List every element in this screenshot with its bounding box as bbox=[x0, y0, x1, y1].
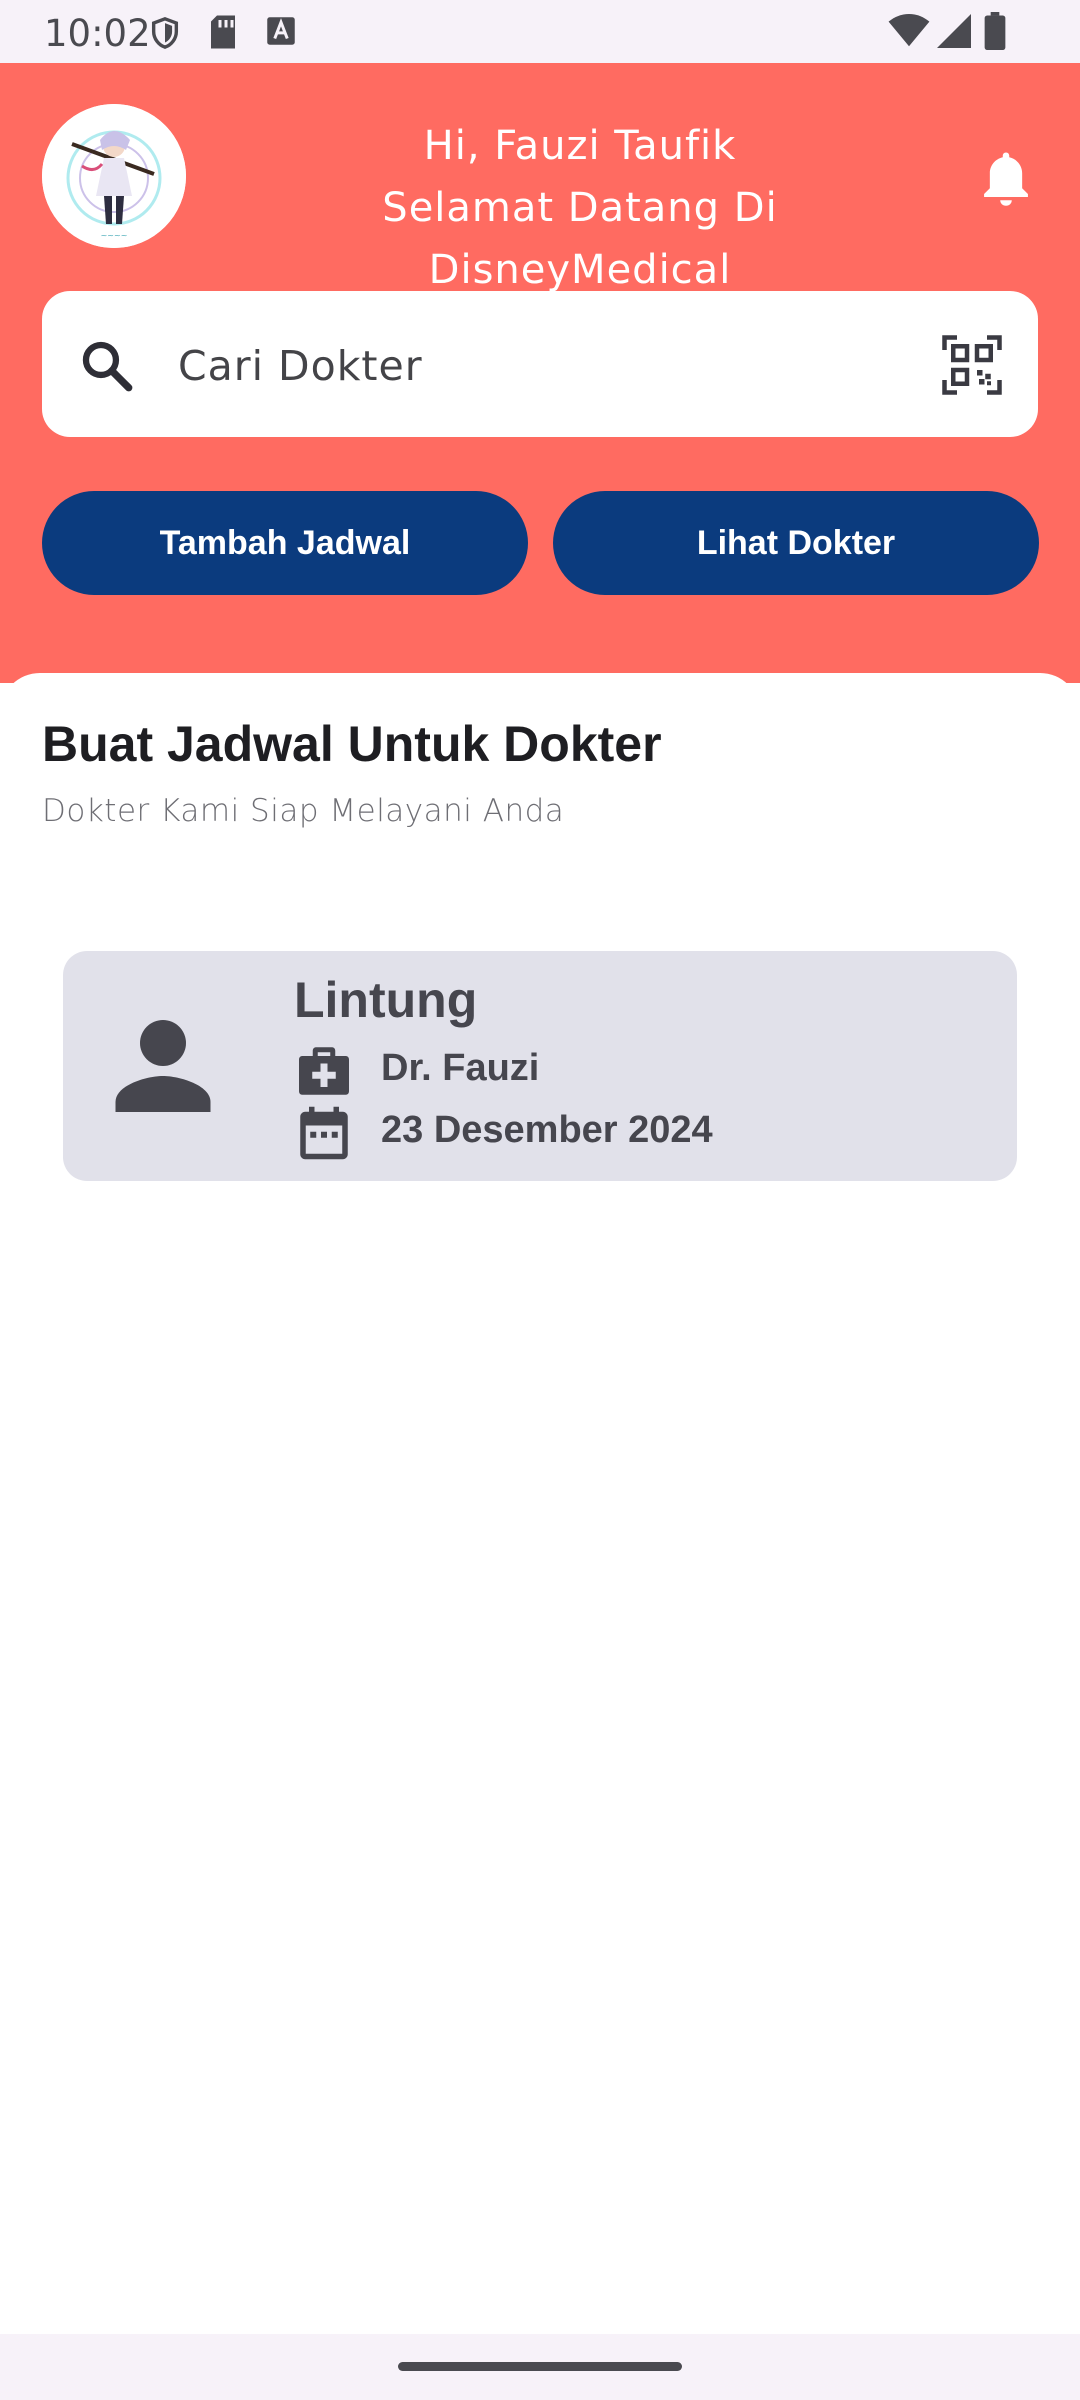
status-time: 10:02 bbox=[44, 12, 151, 55]
content-sheet: Buat Jadwal Untuk Dokter Dokter Kami Sia… bbox=[0, 673, 1080, 2333]
navigation-bar bbox=[0, 2334, 1080, 2400]
medical-bag-icon bbox=[299, 1047, 349, 1095]
shield-icon bbox=[151, 17, 179, 49]
search-input[interactable] bbox=[178, 331, 918, 401]
battery-icon bbox=[984, 12, 1006, 50]
doctor-name: Dr. Fauzi bbox=[381, 1047, 540, 1089]
greeting-block: Hi, Fauzi Taufik Selamat Datang Di Disne… bbox=[230, 115, 930, 301]
status-bar: 10:02 bbox=[0, 0, 1080, 63]
avatar-illustration: ~~~~ bbox=[42, 104, 186, 248]
greeting-text: Hi, Fauzi Taufik bbox=[423, 123, 737, 169]
profile-avatar[interactable]: ~~~~ bbox=[42, 104, 186, 248]
add-schedule-button[interactable]: Tambah Jadwal bbox=[42, 491, 528, 595]
patient-name: Lintung bbox=[294, 972, 478, 1028]
keyboard-a-icon bbox=[267, 17, 295, 45]
calendar-icon bbox=[300, 1106, 348, 1160]
bell-icon[interactable] bbox=[978, 149, 1034, 209]
section-subtitle: Dokter Kami Siap Melayani Anda bbox=[42, 793, 565, 829]
sd-card-icon bbox=[211, 15, 235, 49]
appointment-date: 23 Desember 2024 bbox=[381, 1109, 713, 1151]
person-icon bbox=[115, 1020, 211, 1112]
app-screen: 10:02 ~~~~ Hi, Fauzi Taufik Selamat Data… bbox=[0, 0, 1080, 2400]
welcome-text: Selamat Datang Di DisneyMedical bbox=[382, 185, 778, 293]
view-doctors-button[interactable]: Lihat Dokter bbox=[553, 491, 1039, 595]
search-icon[interactable] bbox=[78, 337, 136, 395]
signal-icon bbox=[937, 14, 971, 48]
wifi-icon bbox=[888, 14, 930, 47]
svg-text:~~~~: ~~~~ bbox=[101, 231, 128, 240]
appointment-card[interactable]: Lintung Dr. Fauzi 23 Desember 2024 bbox=[63, 951, 1017, 1181]
qr-scan-icon[interactable] bbox=[942, 335, 1002, 395]
search-box[interactable] bbox=[42, 291, 1038, 437]
home-gesture-handle[interactable] bbox=[398, 2362, 682, 2371]
section-title: Buat Jadwal Untuk Dokter bbox=[42, 716, 662, 772]
header: ~~~~ Hi, Fauzi Taufik Selamat Datang Di … bbox=[0, 63, 1080, 683]
